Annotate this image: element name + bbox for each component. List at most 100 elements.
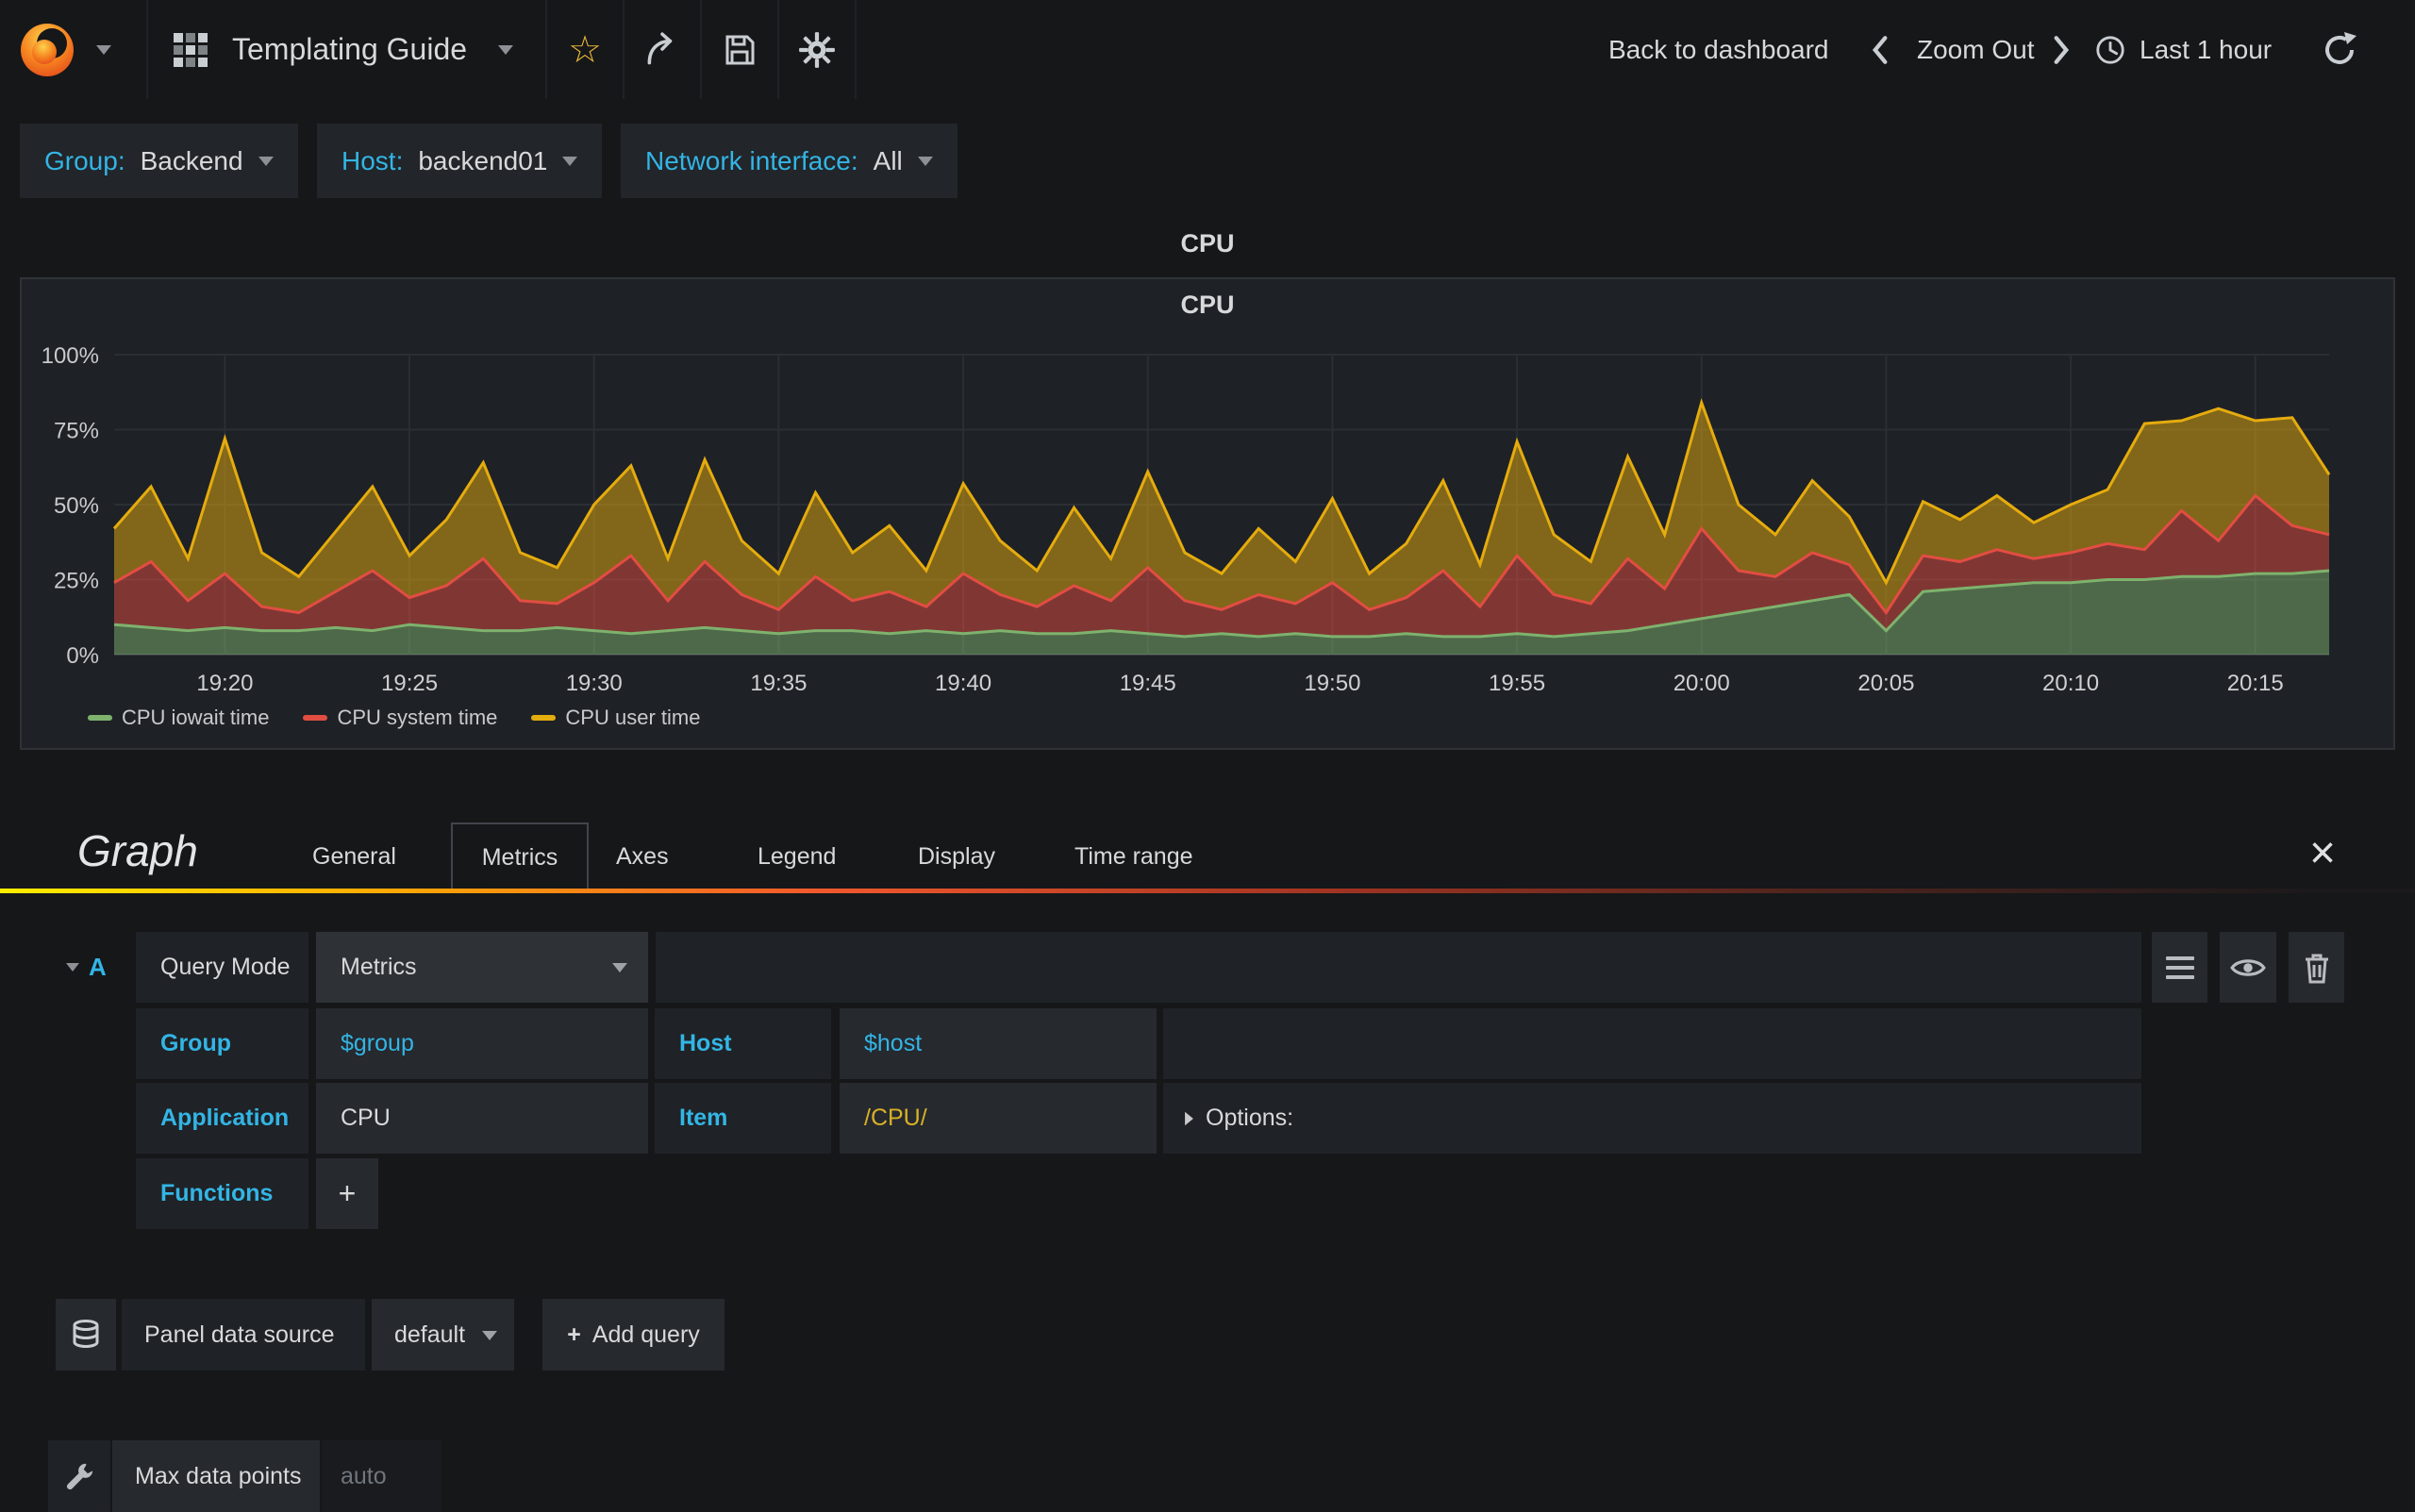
collapse-caret-icon <box>66 963 79 972</box>
options-toggle[interactable]: Options: <box>1163 1083 2141 1154</box>
application-field-label: Application <box>136 1083 308 1154</box>
svg-text:19:25: 19:25 <box>381 671 438 696</box>
gear-icon <box>799 31 835 68</box>
graph-panel: CPU 0% 25% 50% 75% 100% 19:20 19:25 19:30 19:35 1… <box>20 277 2395 750</box>
zoom-out-right-button[interactable] <box>2038 0 2085 99</box>
chevron-down-icon <box>482 1331 497 1340</box>
query-visibility-button[interactable] <box>2220 932 2276 1003</box>
eye-icon <box>2230 958 2266 976</box>
variable-group-value: Backend <box>140 145 243 175</box>
back-to-dashboard-link[interactable]: Back to dashboard <box>1608 0 1829 99</box>
legend-swatch <box>303 715 328 721</box>
zoom-out-button[interactable]: Zoom Out <box>1917 0 2034 99</box>
dashboard-title[interactable]: Templating Guide <box>232 0 467 99</box>
add-query-button[interactable]: + Add query <box>542 1299 724 1371</box>
tab-legend[interactable]: Legend <box>758 822 836 890</box>
application-field-value[interactable]: CPU <box>316 1083 648 1154</box>
time-range-button[interactable]: Last 1 hour <box>2140 0 2272 99</box>
cpu-graph[interactable]: 0% 25% 50% 75% 100% 19:20 19:25 19:30 19:35 19:40… <box>22 279 2393 748</box>
star-button[interactable]: ☆ <box>547 0 623 99</box>
variable-group[interactable]: Group: Backend <box>20 124 298 198</box>
query-mode-value: Metrics <box>341 954 417 980</box>
close-icon[interactable]: × <box>2309 822 2336 890</box>
hamburger-icon <box>2165 955 2194 979</box>
query-expression-bar <box>656 932 2141 1003</box>
zoom-out-left-button[interactable] <box>1857 0 1904 99</box>
variable-network-interface-label: Network interface: <box>645 145 858 175</box>
plus-icon: + <box>567 1321 581 1348</box>
database-icon <box>73 1320 99 1349</box>
query-mode-dropdown[interactable]: Metrics <box>316 932 648 1003</box>
legend-label: CPU iowait time <box>122 706 270 729</box>
dashboard-grid-icon <box>162 0 219 99</box>
variable-network-interface[interactable]: Network interface: All <box>621 124 958 198</box>
svg-text:19:35: 19:35 <box>750 671 807 696</box>
datasource-dropdown[interactable]: default <box>372 1299 514 1371</box>
variable-host[interactable]: Host: backend01 <box>317 124 603 198</box>
trash-icon <box>2305 954 2328 983</box>
panel-editor-type: Graph <box>77 826 198 875</box>
tab-metrics[interactable]: Metrics <box>451 822 589 889</box>
add-function-button[interactable]: + <box>316 1158 378 1229</box>
svg-text:19:45: 19:45 <box>1120 671 1176 696</box>
tab-axes[interactable]: Axes <box>616 822 669 890</box>
legend-item[interactable]: CPU iowait time <box>88 706 269 730</box>
chevron-down-icon <box>96 44 111 55</box>
row-title: CPU <box>1180 229 1235 258</box>
chevron-right-icon <box>2054 35 2070 64</box>
row-filler <box>1163 1008 2141 1079</box>
legend-swatch <box>88 715 112 721</box>
svg-text:20:10: 20:10 <box>2042 671 2099 696</box>
tab-display[interactable]: Display <box>918 822 995 890</box>
chevron-down-icon <box>562 156 578 166</box>
variable-host-value: backend01 <box>418 145 548 175</box>
group-field-label: Group <box>136 1008 308 1079</box>
legend-item[interactable]: CPU user time <box>531 706 700 730</box>
panel-title[interactable]: CPU <box>22 291 2393 320</box>
tab-general[interactable]: General <box>312 822 396 890</box>
legend-item[interactable]: CPU system time <box>303 706 497 730</box>
grafana-logo-icon <box>21 23 74 76</box>
query-delete-button[interactable] <box>2289 932 2344 1003</box>
item-field-label: Item <box>655 1083 831 1154</box>
divider <box>855 0 857 99</box>
svg-text:20:05: 20:05 <box>1857 671 1914 696</box>
query-menu-button[interactable] <box>2152 932 2207 1003</box>
share-icon <box>647 31 673 64</box>
max-data-points-label: Max data points <box>112 1440 320 1512</box>
save-icon <box>725 35 755 64</box>
share-button[interactable] <box>625 0 700 99</box>
add-query-label: Add query <box>591 1321 700 1348</box>
datasource-icon-cell <box>56 1299 116 1371</box>
legend-label: CPU user time <box>565 706 701 729</box>
settings-button[interactable] <box>779 0 855 99</box>
wrench-icon <box>66 1463 93 1490</box>
svg-text:50%: 50% <box>54 493 99 519</box>
host-field-label: Host <box>655 1008 831 1079</box>
functions-label: Functions <box>136 1158 308 1229</box>
save-button[interactable] <box>702 0 777 99</box>
svg-text:0%: 0% <box>66 643 99 669</box>
chevron-down-icon <box>498 45 513 55</box>
svg-text:100%: 100% <box>42 343 99 369</box>
star-icon: ☆ <box>568 28 602 71</box>
item-field-value[interactable]: /CPU/ <box>840 1083 1157 1154</box>
group-field-value[interactable]: $group <box>316 1008 648 1079</box>
navbar: Templating Guide ☆ Back to dashboard Zoo… <box>0 0 2415 99</box>
graph-legend: CPU iowait time CPU system time CPU user t… <box>88 706 700 730</box>
svg-text:25%: 25% <box>54 569 99 594</box>
time-picker-clock <box>2087 0 2134 99</box>
refresh-button[interactable] <box>2306 0 2373 99</box>
options-label: Options: <box>1206 1105 1294 1131</box>
max-data-points-input[interactable] <box>322 1440 441 1512</box>
svg-text:75%: 75% <box>54 419 99 444</box>
tab-time-range[interactable]: Time range <box>1074 822 1193 890</box>
query-ref-letter: A <box>89 953 107 981</box>
svg-text:20:00: 20:00 <box>1674 671 1730 696</box>
query-ref-toggle[interactable]: A <box>66 932 134 1003</box>
host-field-value[interactable]: $host <box>840 1008 1157 1079</box>
max-data-points-input-cell <box>322 1440 441 1512</box>
disclosure-right-icon <box>1185 1111 1193 1125</box>
svg-text:20:15: 20:15 <box>2227 671 2284 696</box>
grafana-logo-button[interactable] <box>0 0 146 99</box>
